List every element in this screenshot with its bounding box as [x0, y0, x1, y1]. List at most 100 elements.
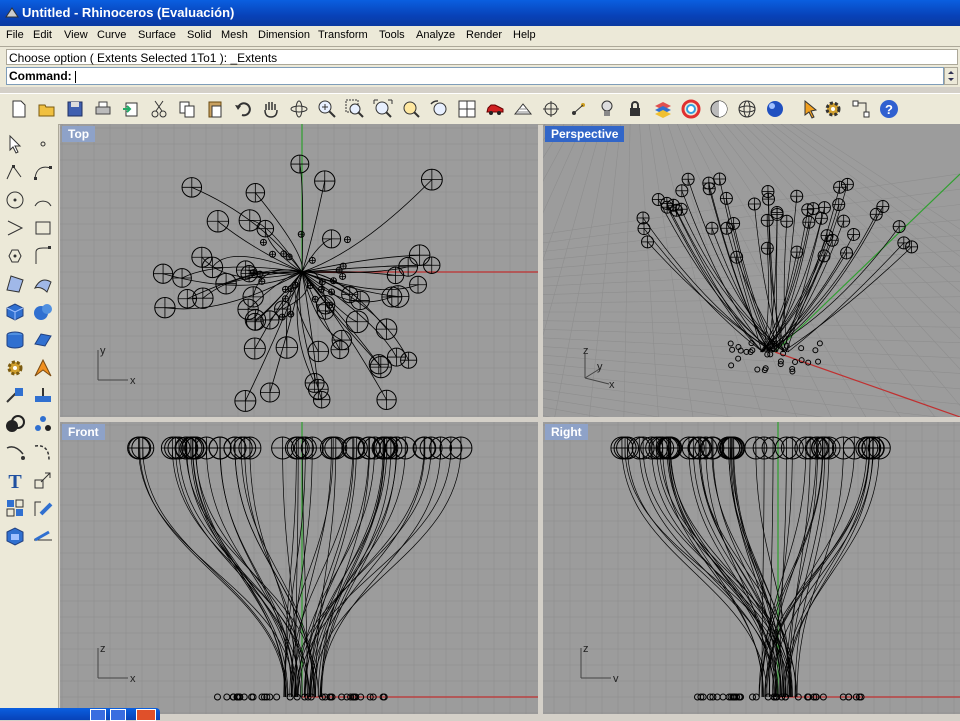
gear-icon[interactable] — [3, 356, 27, 380]
open-icon[interactable] — [36, 98, 58, 120]
polyline-icon[interactable] — [3, 160, 27, 184]
grid-line — [761, 124, 960, 293]
zoom-selected-icon[interactable] — [400, 98, 422, 120]
layer-icon[interactable] — [652, 98, 674, 120]
car-icon[interactable] — [484, 98, 506, 120]
blend-icon[interactable] — [31, 440, 55, 464]
undo-icon[interactable] — [232, 98, 254, 120]
viewport-label-top[interactable]: Top — [62, 126, 96, 142]
menu-mesh[interactable]: Mesh — [219, 28, 250, 42]
explode-icon[interactable] — [31, 356, 55, 380]
extrude-icon[interactable] — [31, 328, 55, 352]
rectangle-icon[interactable] — [3, 216, 27, 240]
viewport-top[interactable]: Top y x — [60, 124, 538, 417]
pan-hand-icon[interactable] — [260, 98, 282, 120]
lock-icon[interactable] — [624, 98, 646, 120]
scale-icon[interactable] — [31, 468, 55, 492]
osnap-icon[interactable] — [540, 98, 562, 120]
minimize-button[interactable] — [90, 709, 106, 721]
render-sphere-icon[interactable] — [764, 98, 786, 120]
menu-edit[interactable]: Edit — [31, 28, 54, 42]
light-icon[interactable] — [596, 98, 618, 120]
help-icon[interactable]: ? — [878, 98, 900, 120]
trim-icon[interactable] — [31, 384, 55, 408]
menu-solid[interactable]: Solid — [185, 28, 213, 42]
box-icon[interactable] — [3, 300, 27, 324]
menu-help[interactable]: Help — [511, 28, 538, 42]
undo-view-icon[interactable] — [428, 98, 450, 120]
circle-icon[interactable] — [3, 188, 27, 212]
cut-icon[interactable] — [148, 98, 170, 120]
curve — [767, 206, 884, 353]
history-icon[interactable] — [850, 98, 872, 120]
curve — [301, 180, 326, 273]
settings-gear-icon[interactable] — [822, 98, 844, 120]
spinner-arrows-icon — [948, 71, 954, 81]
viewport-label-perspective[interactable]: Perspective — [545, 126, 625, 142]
command-scroll-spinner[interactable] — [944, 67, 958, 85]
sphere-icon[interactable] — [31, 300, 55, 324]
select-arrow-icon[interactable] — [800, 98, 822, 120]
measure-icon[interactable] — [31, 496, 55, 520]
surface-icon[interactable] — [3, 272, 27, 296]
zoom-window-icon[interactable] — [344, 98, 366, 120]
copy-icon[interactable] — [176, 98, 198, 120]
solid-box-icon[interactable] — [3, 524, 27, 548]
curve-edit-icon[interactable] — [31, 244, 55, 268]
surface-edit-icon[interactable] — [31, 272, 55, 296]
paste-icon[interactable] — [204, 98, 226, 120]
menu-curve[interactable]: Curve — [95, 28, 128, 42]
polygon-icon[interactable] — [3, 244, 27, 268]
axis-z-label: z — [583, 346, 589, 357]
menu-view[interactable]: View — [62, 28, 90, 42]
menu-surface[interactable]: Surface — [136, 28, 178, 42]
menu-analyze[interactable]: Analyze — [414, 28, 457, 42]
arc-icon[interactable] — [31, 188, 55, 212]
viewport-label-right[interactable]: Right — [545, 424, 588, 440]
viewport-right[interactable]: Right z y — [543, 422, 960, 714]
zoom-extents-icon[interactable] — [372, 98, 394, 120]
dimension-icon[interactable] — [31, 524, 55, 548]
four-viewports-icon[interactable] — [456, 98, 478, 120]
text-icon[interactable]: T — [3, 468, 27, 492]
select-arrow-icon[interactable] — [3, 132, 27, 156]
new-icon[interactable] — [8, 98, 30, 120]
menu-dimension[interactable]: Dimension — [256, 28, 312, 42]
minimized-window-bar[interactable] — [0, 708, 160, 721]
wireframe-sphere-icon[interactable] — [736, 98, 758, 120]
split-icon[interactable] — [3, 384, 27, 408]
import-icon[interactable] — [120, 98, 142, 120]
menu-transform[interactable]: Transform — [316, 28, 370, 42]
group-icon[interactable] — [3, 496, 27, 520]
menu-tools[interactable]: Tools — [377, 28, 407, 42]
curve — [297, 447, 375, 698]
curve-icon[interactable] — [31, 160, 55, 184]
curve — [139, 447, 287, 698]
viewport-label-front[interactable]: Front — [62, 424, 105, 440]
cylinder-icon[interactable] — [3, 328, 27, 352]
shade-icon[interactable] — [708, 98, 730, 120]
menu-render[interactable]: Render — [464, 28, 504, 42]
point-icon[interactable] — [31, 132, 55, 156]
boolean-icon[interactable] — [3, 412, 27, 436]
title-bar[interactable]: Untitled - Rhinoceros (Evaluación) — [0, 0, 960, 26]
viewport-front[interactable]: Front z x — [60, 422, 538, 714]
base-point — [728, 362, 735, 369]
fillet-icon[interactable] — [31, 216, 55, 240]
save-icon[interactable] — [64, 98, 86, 120]
print-icon[interactable] — [92, 98, 114, 120]
viewport-perspective[interactable]: Perspective z y x — [543, 124, 960, 417]
points-icon[interactable] — [568, 98, 590, 120]
curve-dir-icon[interactable] — [3, 440, 27, 464]
menu-file[interactable]: File — [4, 28, 26, 42]
maximize-button[interactable] — [110, 709, 126, 721]
grid-icon[interactable] — [512, 98, 534, 120]
array-icon[interactable] — [31, 412, 55, 436]
curve — [319, 447, 441, 698]
command-input[interactable]: Command: — [6, 67, 944, 85]
color-wheel-icon[interactable] — [680, 98, 702, 120]
zoom-in-icon[interactable] — [316, 98, 338, 120]
close-button[interactable] — [136, 709, 156, 721]
window-title: Untitled - Rhinoceros (Evaluación) — [22, 5, 235, 20]
rotate-view-icon[interactable] — [288, 98, 310, 120]
